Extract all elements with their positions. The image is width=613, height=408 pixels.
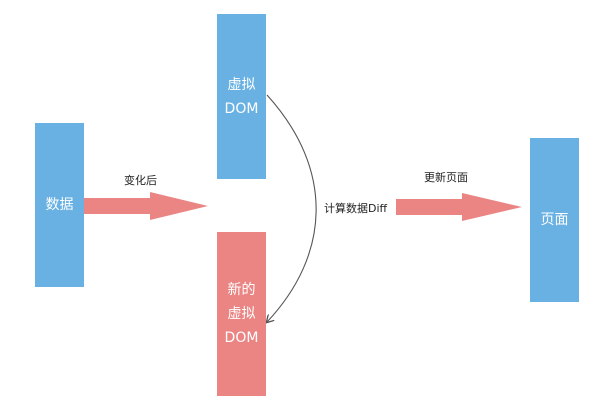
connectors-layer <box>84 94 522 408</box>
page-box-label: 页面 <box>540 212 569 228</box>
diff-curve-arrow <box>267 94 317 322</box>
arrow-diff-to-page <box>396 193 522 221</box>
update-page-label: 更新页面 <box>424 171 468 184</box>
virtual-dom-label-line2: DOM <box>224 100 259 117</box>
arrow-data-to-change <box>84 192 208 220</box>
data-box-label: 数据 <box>45 197 74 213</box>
new-virtual-dom-label-line3: DOM <box>224 330 259 346</box>
virtual-dom-box: 虚拟 DOM <box>217 14 266 179</box>
page-box: 页面 <box>530 138 579 302</box>
after-change-label: 变化后 <box>124 174 157 187</box>
new-virtual-dom-label-line2: 虚拟 <box>227 306 256 322</box>
compute-diff-label: 计算数据Diff <box>324 202 388 215</box>
data-box: 数据 <box>35 123 84 287</box>
new-virtual-dom-box: 新的 虚拟 DOM <box>217 232 266 396</box>
new-virtual-dom-label-line1: 新的 <box>227 282 256 298</box>
virtual-dom-label-line1: 虚拟 <box>227 76 256 93</box>
